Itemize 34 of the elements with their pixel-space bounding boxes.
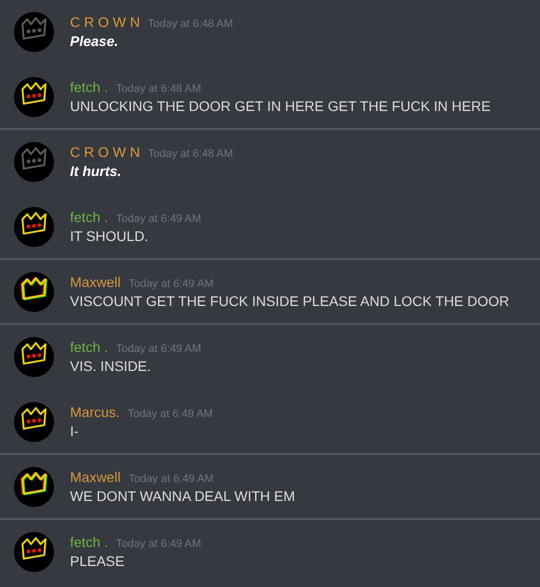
username[interactable]: Marcus. (70, 404, 120, 420)
message-text: I- (70, 423, 80, 439)
timestamp: Today at 6:49 AM (116, 343, 202, 355)
username[interactable]: fetch . (70, 79, 108, 95)
crown-avatar-icon[interactable] (14, 206, 54, 246)
message-text: UNLOCKING THE DOOR GET IN HERE GET THE FUCK IN HERE (70, 98, 491, 114)
timestamp: Today at 6:49 AM (116, 213, 202, 225)
timestamp: Today at 6:48 AM (116, 83, 202, 95)
message-text: VIS. INSIDE. (70, 358, 152, 374)
message-text: PLEASE (70, 553, 126, 569)
username[interactable]: C R O W N (70, 144, 140, 160)
message-text: IT SHOULD. (70, 228, 150, 244)
crown-avatar-icon[interactable] (14, 76, 54, 116)
message-text: VISCOUNT GET THE FUCK INSIDE PLEASE AND LOCK THE DOOR (70, 293, 510, 309)
timestamp: Today at 6:49 AM (128, 473, 214, 485)
message-text: It hurts. (70, 163, 122, 179)
crown-avatar-icon[interactable] (14, 336, 54, 376)
message-text: WE DONT WANNA DEAL WITH EM (70, 488, 296, 504)
timestamp: Today at 6:49 AM (128, 278, 214, 290)
crown-avatar-icon[interactable] (14, 532, 54, 572)
timestamp: Today at 6:49 AM (116, 538, 202, 550)
username[interactable]: fetch . (70, 534, 108, 550)
timestamp: Today at 6:49 AM (128, 408, 213, 420)
crown-avatar-icon[interactable] (14, 272, 54, 312)
crown-avatar-icon[interactable] (14, 402, 54, 442)
username[interactable]: C R O W N (70, 14, 140, 30)
message-text: Please. (70, 33, 120, 49)
username[interactable]: fetch . (70, 339, 108, 355)
username[interactable]: Maxwell (70, 274, 121, 290)
timestamp: Today at 6:48 AM (148, 148, 233, 160)
username[interactable]: Maxwell (70, 469, 121, 485)
crown-avatar-icon[interactable] (14, 466, 54, 506)
timestamp: Today at 6:48 AM (148, 18, 233, 30)
username[interactable]: fetch . (70, 209, 108, 225)
